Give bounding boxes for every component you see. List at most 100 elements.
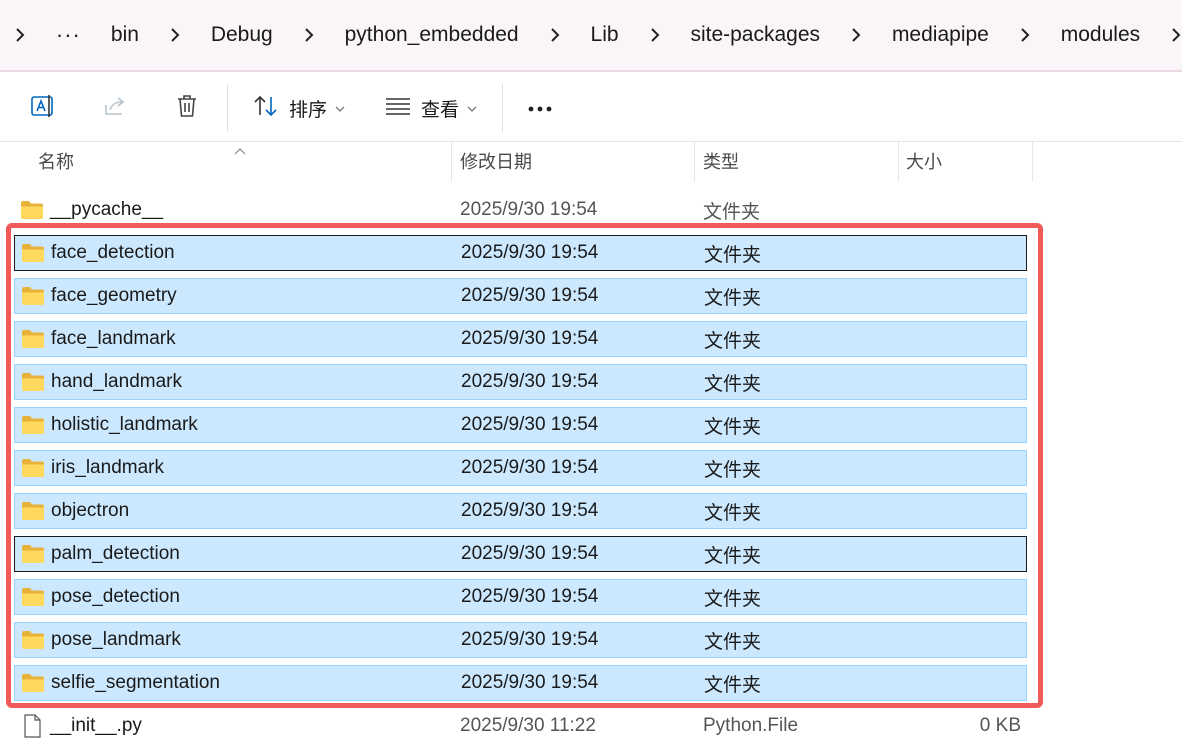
folder-row[interactable]: objectron 2025/9/30 19:54 文件夹 (14, 493, 1027, 529)
file-name: __pycache__ (50, 199, 164, 220)
file-name: face_landmark (51, 328, 176, 349)
share-icon (102, 93, 128, 124)
breadcrumb-item-mediapipe[interactable]: mediapipe (862, 0, 1019, 71)
file-name-cell: pose_landmark (21, 623, 181, 657)
file-date: 2025/9/30 19:54 (461, 328, 599, 349)
file-size (955, 279, 1022, 313)
file-size (955, 623, 1022, 657)
chevron-right-icon[interactable] (14, 27, 26, 43)
folder-icon (21, 673, 45, 693)
file-date: 2025/9/30 19:54 (461, 629, 599, 650)
breadcrumb-item-site-packages[interactable]: site-packages (660, 0, 850, 71)
file-size (955, 666, 1022, 700)
sort-label: 排序 (288, 99, 327, 121)
folder-row[interactable]: holistic_landmark 2025/9/30 19:54 文件夹 (14, 407, 1027, 443)
file-name-cell: iris_landmark (21, 451, 164, 485)
file-date: 2025/9/30 19:54 (460, 199, 598, 220)
chevron-right-icon[interactable] (1019, 27, 1031, 43)
file-size: 0 KB (979, 715, 1021, 736)
file-name-cell: face_landmark (21, 322, 176, 356)
folder-row[interactable]: hand_landmark 2025/9/30 19:54 文件夹 (14, 364, 1027, 400)
folder-icon (21, 501, 45, 521)
breadcrumb-item-bin[interactable]: bin (107, 0, 169, 71)
file-name: hand_landmark (51, 371, 182, 392)
column-header-type[interactable]: 类型 (695, 142, 898, 182)
file-type: 文件夹 (704, 244, 762, 266)
folder-icon (21, 544, 45, 564)
breadcrumb-item-debug[interactable]: Debug (181, 0, 303, 71)
column-header-size-label: 大小 (906, 152, 942, 172)
breadcrumb-item-lib[interactable]: Lib (561, 0, 649, 71)
file-name-cell: hand_landmark (21, 365, 182, 399)
command-bar: 排序 查看 (0, 74, 1182, 142)
folder-icon (20, 200, 44, 220)
file-name-cell: face_detection (21, 236, 175, 270)
file-date: 2025/9/30 19:54 (461, 371, 599, 392)
chevron-right-icon[interactable] (549, 27, 561, 43)
file-type: 文件夹 (704, 674, 762, 696)
file-type: 文件夹 (704, 330, 762, 352)
file-row[interactable]: __init__.py 2025/9/30 11:22 Python.File 0 K… (14, 708, 1027, 744)
file-name-cell: face_geometry (21, 279, 177, 313)
sort-ascending-icon (234, 142, 246, 160)
chevron-right-icon[interactable] (850, 27, 862, 43)
folder-row[interactable]: face_landmark 2025/9/30 19:54 文件夹 (14, 321, 1027, 357)
file-name-cell: pose_detection (21, 580, 180, 614)
folder-row[interactable]: pose_landmark 2025/9/30 19:54 文件夹 (14, 622, 1027, 658)
chevron-right-icon[interactable] (1170, 27, 1182, 43)
file-size (955, 494, 1022, 528)
folder-row[interactable]: face_detection 2025/9/30 19:54 文件夹 (14, 235, 1027, 271)
file-name-cell: __pycache__ (20, 192, 163, 228)
file-name: face_geometry (51, 285, 177, 306)
column-divider[interactable] (1032, 142, 1033, 182)
more-icon (527, 99, 553, 117)
share-button[interactable] (92, 74, 138, 142)
more-button[interactable] (516, 74, 564, 142)
file-size (954, 192, 1021, 228)
folder-row[interactable]: palm_detection 2025/9/30 19:54 文件夹 (14, 536, 1027, 572)
breadcrumb-item-python-embedded[interactable]: python_embedded (315, 0, 549, 71)
file-size (955, 365, 1022, 399)
file-name-cell: holistic_landmark (21, 408, 198, 442)
file-date: 2025/9/30 19:54 (461, 457, 599, 478)
file-date: 2025/9/30 19:54 (461, 414, 599, 435)
file-type: 文件夹 (704, 373, 762, 395)
column-header-date[interactable]: 修改日期 (452, 142, 694, 182)
chevron-right-icon[interactable] (169, 27, 181, 43)
folder-icon (21, 630, 45, 650)
folder-row[interactable]: selfie_segmentation 2025/9/30 19:54 文件夹 (14, 665, 1027, 701)
rename-button[interactable] (20, 74, 66, 142)
folder-row[interactable]: pose_detection 2025/9/30 19:54 文件夹 (14, 579, 1027, 615)
file-type: 文件夹 (704, 545, 762, 567)
column-header-date-label: 修改日期 (460, 152, 532, 172)
folder-row[interactable]: face_geometry 2025/9/30 19:54 文件夹 (14, 278, 1027, 314)
folder-icon (21, 286, 45, 306)
file-date: 2025/9/30 19:54 (461, 672, 599, 693)
file-name: palm_detection (51, 543, 180, 564)
file-type: 文件夹 (704, 631, 762, 653)
folder-row[interactable]: iris_landmark 2025/9/30 19:54 文件夹 (14, 450, 1027, 486)
breadcrumb-ellipsis[interactable]: ··· (26, 5, 107, 65)
chevron-right-icon[interactable] (649, 27, 661, 43)
column-header-size[interactable]: 大小 (898, 142, 1032, 182)
file-name-cell: objectron (21, 494, 129, 528)
file-size (955, 537, 1022, 571)
file-type: 文件夹 (704, 459, 762, 481)
view-button[interactable]: 查看 (376, 74, 486, 142)
breadcrumb-item-modules[interactable]: modules (1031, 0, 1170, 71)
delete-button[interactable] (164, 74, 210, 142)
folder-icon (21, 587, 45, 607)
file-size (955, 322, 1022, 356)
file-name: selfie_segmentation (51, 672, 220, 693)
sort-button[interactable]: 排序 (244, 74, 354, 142)
folder-icon (21, 243, 45, 263)
file-size (955, 580, 1022, 614)
file-date: 2025/9/30 19:54 (461, 586, 599, 607)
chevron-right-icon[interactable] (303, 27, 315, 43)
chevron-down-icon (335, 99, 345, 117)
folder-row[interactable]: __pycache__ 2025/9/30 19:54 文件夹 (14, 192, 1027, 228)
rename-icon (30, 93, 56, 124)
folder-icon (21, 415, 45, 435)
breadcrumb: ··· bin Debug python_embedded Lib site-p… (0, 0, 1182, 72)
sort-icon (253, 94, 279, 123)
